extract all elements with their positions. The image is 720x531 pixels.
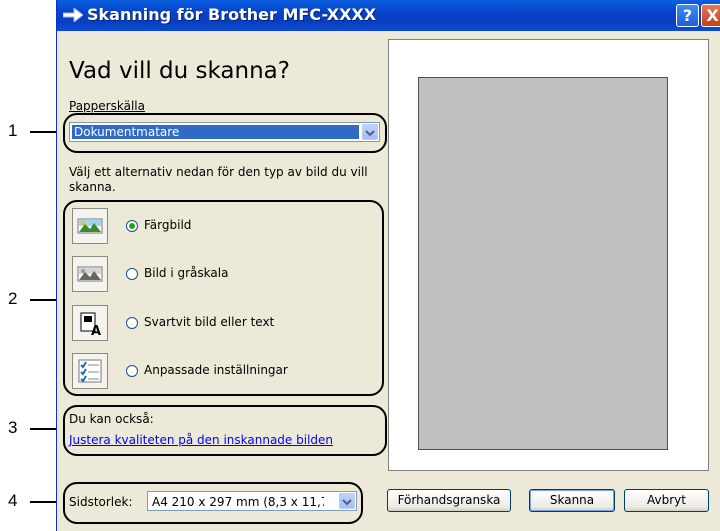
- custom-settings-radio[interactable]: [126, 365, 138, 377]
- page-title: Vad vill du skanna?: [69, 58, 290, 84]
- also-label: Du kan också:: [69, 412, 154, 426]
- scan-button[interactable]: Skanna: [529, 489, 615, 512]
- custom-settings-label[interactable]: Anpassade inställningar: [144, 363, 288, 377]
- black-white-text-radio[interactable]: [126, 317, 138, 329]
- svg-text:A: A: [91, 324, 101, 339]
- help-button[interactable]: ?: [676, 4, 699, 27]
- preview-area[interactable]: [418, 77, 668, 450]
- callout-2: 2: [8, 289, 18, 308]
- grayscale-photo-label[interactable]: Bild i gråskala: [144, 266, 228, 280]
- chevron-down-icon[interactable]: [339, 493, 355, 509]
- paper-source-label: Papperskälla: [69, 99, 145, 113]
- chevron-down-icon[interactable]: [362, 124, 378, 140]
- color-photo-icon[interactable]: [72, 208, 108, 244]
- grayscale-photo-icon[interactable]: [72, 256, 108, 292]
- page-size-label: Sidstorlek:: [69, 495, 133, 509]
- instruction-line-2: skanna.: [69, 180, 116, 194]
- callout-1: 1: [8, 121, 18, 140]
- window-title: Skanning för Brother MFC-XXXX: [87, 5, 377, 24]
- scan-dialog: Skanning för Brother MFC-XXXX ? X Vad vi…: [56, 0, 720, 531]
- title-bar[interactable]: Skanning för Brother MFC-XXXX ? X: [57, 0, 720, 31]
- scanner-arrow-icon: [63, 8, 83, 22]
- preview-button[interactable]: Förhandsgranska: [387, 489, 511, 512]
- color-photo-label[interactable]: Färgbild: [144, 218, 191, 232]
- custom-settings-icon[interactable]: [72, 353, 108, 389]
- page-size-value: A4 210 x 297 mm (8,3 x 11,7 tum: [152, 495, 324, 509]
- instruction-line-1: Välj ett alternativ nedan för den typ av…: [69, 165, 368, 179]
- black-white-text-icon[interactable]: A: [72, 305, 108, 341]
- cancel-button[interactable]: Avbryt: [624, 489, 709, 512]
- paper-source-value: Dokumentmatare: [74, 125, 180, 139]
- black-white-text-label[interactable]: Svartvit bild eller text: [144, 315, 274, 329]
- paper-source-select[interactable]: Dokumentmatare: [69, 122, 380, 142]
- adjust-quality-link[interactable]: Justera kvaliteten på den inskannade bil…: [69, 433, 333, 447]
- page-size-select[interactable]: A4 210 x 297 mm (8,3 x 11,7 tum: [147, 491, 357, 511]
- color-photo-radio[interactable]: [126, 220, 138, 232]
- close-button[interactable]: X: [701, 4, 720, 27]
- grayscale-photo-radio[interactable]: [126, 268, 138, 280]
- callout-3: 3: [8, 418, 18, 437]
- callout-4: 4: [8, 491, 18, 510]
